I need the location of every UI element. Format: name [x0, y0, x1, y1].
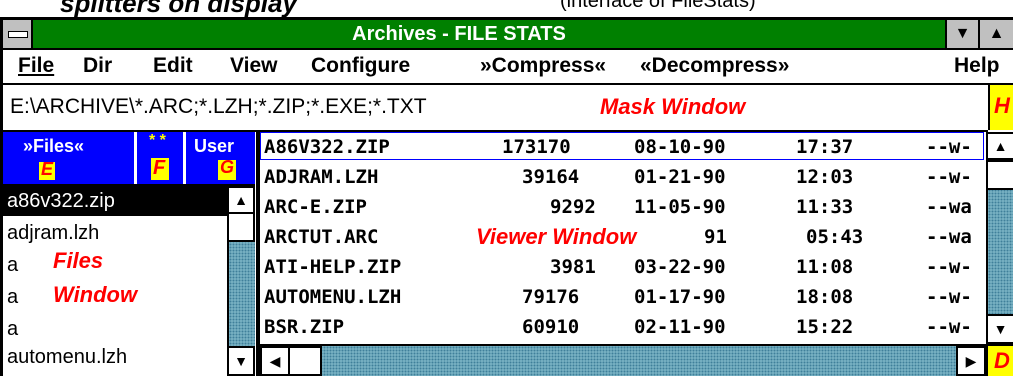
table-row[interactable]: A86V322.ZIP 173170 08-10-90 17:37 --w- — [260, 132, 986, 162]
table-row[interactable]: AUTOMENU.LZH 79176 01-17-90 18:08 --w- — [260, 282, 986, 312]
mask-window-label: Mask Window — [600, 94, 746, 119]
title-bar: Archives - FILE STATS ▼ ▲ — [3, 20, 1013, 50]
hscroll-right-arrow-icon[interactable]: ▶ — [956, 346, 986, 376]
hscroll-thumb[interactable] — [288, 346, 322, 376]
list-item[interactable]: a86v322.zip — [3, 186, 227, 216]
menu-file[interactable]: File — [18, 53, 54, 79]
list-item[interactable]: automenu.lzh — [3, 342, 227, 372]
menu-decompress[interactable]: «Decompress» — [640, 53, 789, 79]
list-item[interactable]: adjram.lzh — [3, 218, 227, 248]
list-item[interactable]: a — [3, 314, 227, 344]
maximize-button[interactable]: ▲ — [978, 20, 1013, 48]
menu-compress[interactable]: »Compress« — [480, 53, 606, 79]
viewer-scroll-up-arrow-icon[interactable]: ▲ — [986, 132, 1013, 160]
mask-input[interactable]: E:\ARCHIVE\*.ARC;*.LZH;*.ZIP;*.EXE;*.TXT — [10, 95, 427, 119]
user-button[interactable]: User G — [186, 132, 257, 184]
list-item[interactable]: a — [3, 250, 227, 280]
table-row[interactable]: ARC-E.ZIP 9292 11-05-90 11:33 --wa — [260, 192, 986, 222]
menu-dir[interactable]: Dir — [83, 53, 112, 79]
viewer-scroll-down-arrow-icon[interactable]: ▼ — [986, 314, 1013, 344]
mask-window[interactable]: E:\ARCHIVE\*.ARC;*.LZH;*.ZIP;*.EXE;*.TXT… — [3, 85, 988, 132]
menu-help[interactable]: Help — [954, 53, 1000, 79]
minimize-button[interactable]: ▼ — [945, 20, 978, 48]
table-row[interactable]: ATI-HELP.ZIP 3981 03-22-90 11:08 --w- — [260, 252, 986, 282]
menu-view[interactable]: View — [230, 53, 277, 79]
viewer-window[interactable]: A86V322.ZIP 173170 08-10-90 17:37 --w- A… — [260, 132, 986, 344]
table-row[interactable]: ADJRAM.LZH 39164 01-21-90 12:03 --w- — [260, 162, 986, 192]
window-title: Archives - FILE STATS — [352, 23, 566, 45]
scroll-thumb[interactable] — [227, 212, 255, 242]
viewer-window-label: Viewer Window — [476, 224, 637, 250]
files-window-label-1: Files — [53, 248, 104, 273]
files-window-label-2: Window — [53, 282, 138, 307]
wildcard-button[interactable]: * * F — [137, 132, 186, 184]
viewer-scroll-thumb[interactable] — [986, 160, 1013, 190]
hscroll-left-arrow-icon[interactable]: ◀ — [260, 346, 290, 376]
files-header: »Files« E * * F User G — [3, 132, 257, 186]
files-scrollbar[interactable]: ▲ ▼ — [227, 186, 255, 376]
mask-side-marker: H — [988, 85, 1013, 130]
scroll-down-arrow-icon[interactable]: ▼ — [227, 346, 255, 376]
viewer-hscrollbar[interactable]: ◀ ▶ — [260, 344, 986, 376]
menu-configure[interactable]: Configure — [311, 53, 410, 79]
viewer-scrollbar[interactable]: ▲ ▼ — [986, 132, 1013, 344]
files-list[interactable]: a86v322.zip adjram.lzh a a a automenu.lz… — [3, 186, 227, 376]
top-caption-right: (interface of FileStats) — [560, 0, 756, 12]
files-mode-button[interactable]: »Files« E — [3, 132, 137, 184]
table-row[interactable]: BSR.ZIP 60910 02-11-90 15:22 --w- — [260, 312, 986, 342]
viewer-side-marker: D — [986, 344, 1013, 376]
menu-edit[interactable]: Edit — [153, 53, 193, 79]
scroll-up-arrow-icon[interactable]: ▲ — [227, 186, 255, 214]
